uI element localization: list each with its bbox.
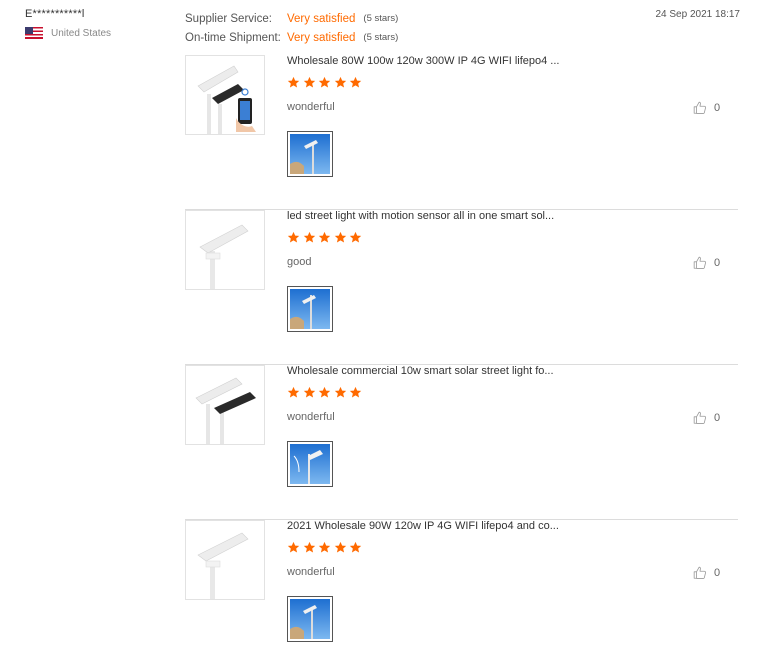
helpful-button[interactable]: 0 [693,256,720,270]
star-icon [334,231,347,244]
thumbs-up-icon [693,411,707,425]
helpful-button[interactable]: 0 [693,566,720,580]
rating-label: Supplier Service: [185,12,272,25]
product-thumbnail[interactable] [185,55,265,135]
us-flag-icon [25,27,43,39]
star-icon [318,76,331,89]
product-title[interactable]: 2021 Wholesale 90W 120w IP 4G WIFI lifep… [287,520,559,532]
product-title[interactable]: led street light with motion sensor all … [287,210,554,222]
rating-value: Very satisfied [287,31,356,44]
helpful-button[interactable]: 0 [693,411,720,425]
review-photo[interactable] [287,131,333,177]
review-photo[interactable] [287,596,333,642]
review-photo[interactable] [287,441,333,487]
on-time-shipment-rating: On-time Shipment: Very satisfied (5 star… [185,28,398,47]
helpful-count: 0 [714,412,721,424]
star-icon [334,76,347,89]
rating-value: Very satisfied [287,12,356,25]
review-item: 2021 Wholesale 90W 120w IP 4G WIFI lifep… [185,520,738,656]
product-title[interactable]: Wholesale 80W 100w 120w 300W IP 4G WIFI … [287,55,559,67]
rating-stars-text: (5 stars) [363,32,399,43]
product-thumbnail[interactable] [185,210,265,290]
star-icon [303,386,316,399]
review-photo-image [290,599,330,639]
reviewer-info: E***********l United States [25,8,165,39]
product-thumbnail[interactable] [185,520,265,600]
review-comment: wonderful [287,566,335,578]
review-comment: wonderful [287,101,335,113]
helpful-button[interactable]: 0 [693,101,720,115]
review-photo[interactable] [287,286,333,332]
review-photo-image [290,444,330,484]
star-icon [349,541,362,554]
star-icon [287,386,300,399]
review-comment: wonderful [287,411,335,423]
helpful-count: 0 [714,102,721,114]
street-light-image [186,521,264,599]
review-date: 24 Sep 2021 18:17 [655,9,740,20]
helpful-count: 0 [714,567,721,579]
rating-stars-text: (5 stars) [363,13,399,24]
star-icon [318,386,331,399]
product-title[interactable]: Wholesale commercial 10w smart solar str… [287,365,554,377]
review-comment: good [287,256,312,268]
star-icon [318,231,331,244]
star-icon [318,541,331,554]
rating-label: On-time Shipment: [185,31,281,44]
star-icon [303,541,316,554]
country-name: United States [51,27,112,39]
street-light-panel-image [186,366,264,444]
star-icon [287,231,300,244]
supplier-service-rating: Supplier Service: Very satisfied (5 star… [185,9,398,28]
review-photo-image [290,289,330,329]
star-icon [287,76,300,89]
star-icon [334,541,347,554]
star-icon [349,386,362,399]
star-rating [287,386,365,399]
thumbs-up-icon [693,566,707,580]
thumbs-up-icon [693,101,707,115]
star-icon [349,231,362,244]
reviewer-name: E***********l [25,8,85,20]
reviewer-country: United States [25,27,165,39]
star-icon [303,231,316,244]
review-photo-image [290,134,330,174]
star-rating [287,541,365,554]
supplier-ratings: Supplier Service: Very satisfied (5 star… [185,9,398,47]
star-rating [287,76,365,89]
helpful-count: 0 [714,257,721,269]
star-icon [349,76,362,89]
review-item: led street light with motion sensor all … [185,210,738,365]
star-icon [287,541,300,554]
star-icon [334,386,347,399]
review-item: Wholesale commercial 10w smart solar str… [185,365,738,520]
review-item: Wholesale 80W 100w 120w 300W IP 4G WIFI … [185,55,738,210]
star-icon [303,76,316,89]
street-light-phone-image [186,56,264,134]
street-light-image [186,211,264,289]
star-rating [287,231,365,244]
product-thumbnail[interactable] [185,365,265,445]
thumbs-up-icon [693,256,707,270]
